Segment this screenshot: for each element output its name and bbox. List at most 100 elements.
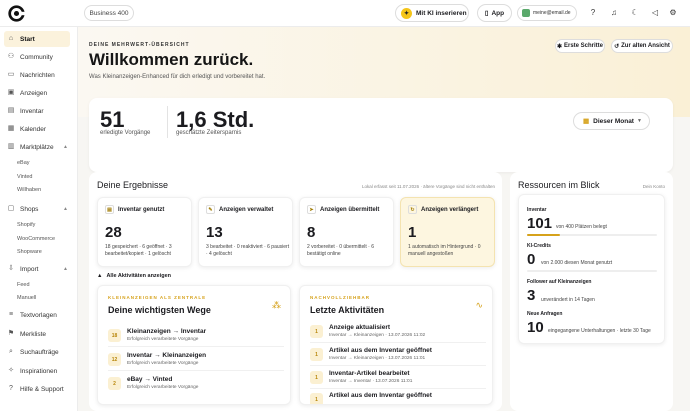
path-row[interactable]: 12 Inventar → Kleinanzeigen Erfolgreich ve… bbox=[108, 350, 284, 371]
paths-eyebrow: KLEINANZEIGEN ALS ZENTRALE bbox=[108, 295, 207, 300]
text-icon: ≡ bbox=[8, 311, 14, 318]
box-icon: ▤ bbox=[7, 107, 15, 114]
period-select[interactable]: ▦ Dieser Monat ▼ bbox=[573, 112, 650, 130]
gear-icon[interactable]: ⚙ bbox=[668, 8, 678, 18]
result-card-value: 1 bbox=[408, 224, 417, 241]
result-card-anzeigen-verlaengert[interactable]: ↻ Anzeigen verlängert 1 1 automatisch im … bbox=[400, 197, 495, 267]
sidebar-subitem-willhaben[interactable]: Willhaben bbox=[17, 187, 41, 193]
result-card-title: Anzeigen verwaltet bbox=[219, 206, 274, 213]
sidebar-item-kalender[interactable]: ▦ Kalender bbox=[4, 121, 70, 137]
sidebar-item-start[interactable]: ⌂ Start bbox=[4, 31, 70, 47]
show-all-label: Alle Aktivitäten anzeigen bbox=[106, 273, 172, 279]
activity-row[interactable]: 1 Artikel aus dem Inventar geöffnet Invent… bbox=[310, 345, 486, 366]
import-icon: ⇩ bbox=[8, 265, 14, 272]
sidebar-item-community[interactable]: ⚇ Community bbox=[4, 49, 70, 65]
inventory-value: 101 bbox=[527, 215, 553, 232]
requests-value: 10 bbox=[527, 319, 544, 336]
show-all-activities-toggle[interactable]: ▲ Alle Aktivitäten anzeigen bbox=[97, 273, 171, 279]
chevron-up-icon: ▲ bbox=[97, 273, 103, 279]
sidebar-item-label: Inventar bbox=[20, 107, 44, 115]
search-icon: ⌕ bbox=[9, 348, 13, 355]
app-label: App bbox=[491, 9, 505, 17]
path-count: 18 bbox=[108, 329, 121, 342]
credits-desc: von 2.000 diesen Monat genutzt bbox=[541, 260, 613, 266]
result-card-desc: 1 automatisch im Hintergrund · 0 manuell… bbox=[408, 244, 481, 258]
sidebar-subitem-woocommerce[interactable]: WooCommerce bbox=[17, 236, 55, 242]
sidebar-subitem-shopify[interactable]: Shopify bbox=[17, 222, 35, 228]
shop-icon: ▢ bbox=[7, 205, 15, 212]
compass-icon: ✱ bbox=[556, 43, 562, 50]
activity-row[interactable]: 1 Artikel aus dem Inventar geöffnet bbox=[310, 390, 486, 404]
sidebar-item-label: Suchaufträge bbox=[20, 348, 59, 356]
resources-panel: Ressourcen im Blick Dein Konto Inventar … bbox=[510, 172, 673, 411]
plan-badge[interactable]: Business 400 bbox=[84, 5, 134, 21]
pulse-icon: ∿ bbox=[475, 300, 483, 310]
calendar-icon: ▦ bbox=[7, 125, 15, 132]
result-card-anzeigen-uebermittelt[interactable]: ➤ Anzeigen übermittelt 8 2 vorbereitet · … bbox=[299, 197, 394, 267]
result-card-title: Inventar genutzt bbox=[118, 206, 165, 213]
sidebar-subitem-ebay[interactable]: eBay bbox=[17, 160, 30, 166]
result-card-anzeigen-verwaltet[interactable]: ✎ Anzeigen verwaltet 13 3 bearbeitet · 0 … bbox=[198, 197, 293, 267]
sidebar-item-label: Anzeigen bbox=[20, 89, 48, 97]
done-label: erledigte Vorgänge bbox=[100, 130, 151, 136]
activities-card: NACHVOLLZIEHBAR Letzte Aktivitäten ∿ 1 An… bbox=[299, 285, 493, 405]
brand-logo-icon[interactable] bbox=[8, 5, 25, 22]
sidebar-subitem-vinted[interactable]: Vinted bbox=[17, 174, 33, 180]
bulb-icon: ✧ bbox=[8, 367, 14, 374]
path-row[interactable]: 2 eBay → Vinted Erfolgreich verarbeitete V… bbox=[108, 374, 284, 394]
sidebar-item-merkliste[interactable]: ⚑ Merkliste bbox=[4, 326, 70, 342]
sidebar-subitem-manuell[interactable]: Manuell bbox=[17, 295, 36, 301]
sidebar-item-inventar[interactable]: ▤ Inventar bbox=[4, 103, 70, 119]
sidebar-item-nachrichten[interactable]: ▭ Nachrichten bbox=[4, 67, 70, 83]
old-view-label: Zur alten Ansicht bbox=[621, 43, 670, 49]
sidebar-item-anzeigen[interactable]: ▣ Anzeigen bbox=[4, 85, 70, 101]
activity-row[interactable]: 1 Inventar-Artikel bearbeitet Inventar → I… bbox=[310, 368, 486, 389]
moon-icon[interactable]: ☾ bbox=[630, 8, 640, 18]
undo-icon: ↺ bbox=[614, 43, 620, 50]
sidebar-subitem-shopware[interactable]: Shopware bbox=[17, 249, 42, 255]
bookmark-icon: ⚑ bbox=[7, 330, 15, 337]
sidebar-item-hilfe[interactable]: ? Hilfe & Support bbox=[4, 381, 70, 397]
app-button[interactable]: ▯ App bbox=[477, 4, 512, 22]
sidebar-item-marktplaetze[interactable]: ▥ Marktplätze ▲ bbox=[4, 139, 70, 155]
activity-count: 1 bbox=[310, 393, 323, 404]
row-divider bbox=[108, 346, 284, 347]
activities-eyebrow: NACHVOLLZIEHBAR bbox=[310, 295, 370, 300]
sidebar-item-shops[interactable]: ▢ Shops ▲ bbox=[4, 201, 70, 217]
activities-title: Letzte Aktivitäten bbox=[310, 305, 385, 315]
ads-icon: ▣ bbox=[7, 89, 15, 96]
path-title: Inventar → Kleinanzeigen bbox=[127, 352, 207, 359]
help-icon: ? bbox=[9, 385, 13, 392]
account-avatar-icon bbox=[522, 9, 530, 17]
result-card-inventar[interactable]: ▤ Inventar genutzt 28 18 gespeichert · 6 … bbox=[97, 197, 192, 267]
divider bbox=[167, 106, 168, 138]
result-card-desc: 18 gespeichert · 6 geöffnet · 3 bearbeit… bbox=[105, 244, 172, 258]
path-row[interactable]: 18 Kleinanzeigen → Inventar Erfolgreich ve… bbox=[108, 326, 284, 347]
account-email-button[interactable]: meine@email.de bbox=[517, 5, 577, 21]
activity-title: Anzeige aktualisiert bbox=[329, 324, 391, 331]
old-view-button[interactable]: ↺ Zur alten Ansicht bbox=[611, 39, 673, 53]
announce-icon[interactable]: ◁ bbox=[650, 8, 660, 18]
sidebar-subitem-feed[interactable]: Feed bbox=[17, 282, 30, 288]
box-icon: ▤ bbox=[105, 205, 114, 214]
sidebar-item-label: Community bbox=[20, 53, 53, 61]
sidebar-item-label: Start bbox=[20, 35, 35, 43]
activity-row[interactable]: 1 Anzeige aktualisiert Inventar → Kleinanz… bbox=[310, 322, 486, 343]
resources-title: Ressourcen im Blick bbox=[518, 180, 600, 190]
ki-sparkle-icon: ✦ bbox=[401, 7, 412, 19]
bell-icon[interactable]: ♫ bbox=[609, 8, 619, 18]
sidebar-item-inspirationen[interactable]: ✧ Inspirationen bbox=[4, 363, 70, 379]
first-steps-button[interactable]: ✱ Erste Schritte bbox=[555, 39, 605, 53]
path-sub: Erfolgreich verarbeitete Vorgänge bbox=[127, 385, 199, 390]
time-saved-label: geschätzte Zeitersparnis bbox=[176, 130, 242, 136]
period-label: Dieser Monat bbox=[593, 117, 634, 125]
sidebar-item-suchauftraege[interactable]: ⌕ Suchaufträge bbox=[4, 344, 70, 360]
credits-progress bbox=[527, 270, 657, 272]
requests-label: Neue Anfragen bbox=[527, 311, 563, 317]
sidebar-item-textvorlagen[interactable]: ≡ Textvorlagen bbox=[4, 307, 70, 323]
sidebar-item-import[interactable]: ⇩ Import ▲ bbox=[4, 261, 70, 277]
help-icon[interactable]: ? bbox=[588, 8, 598, 18]
send-icon: ➤ bbox=[307, 205, 316, 214]
ki-insert-button[interactable]: ✦ Mit KI inserieren bbox=[395, 4, 469, 22]
activity-count: 1 bbox=[310, 371, 323, 384]
